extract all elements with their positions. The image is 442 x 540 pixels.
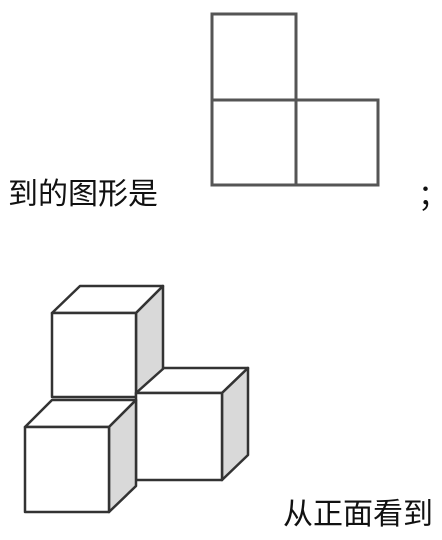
cube-figure xyxy=(23,284,250,514)
figures xyxy=(23,12,380,514)
cube-top xyxy=(50,284,165,399)
cube-left-front-face xyxy=(23,425,111,514)
cube-top-front-face xyxy=(50,311,138,399)
cube-right-front-face xyxy=(134,391,224,482)
view-square-bottom-right xyxy=(294,98,380,187)
cube-right xyxy=(134,366,250,482)
cube-left xyxy=(23,398,138,514)
view-figure xyxy=(210,12,380,187)
view-square-top xyxy=(210,12,298,102)
view-square-bottom-left xyxy=(210,98,298,187)
